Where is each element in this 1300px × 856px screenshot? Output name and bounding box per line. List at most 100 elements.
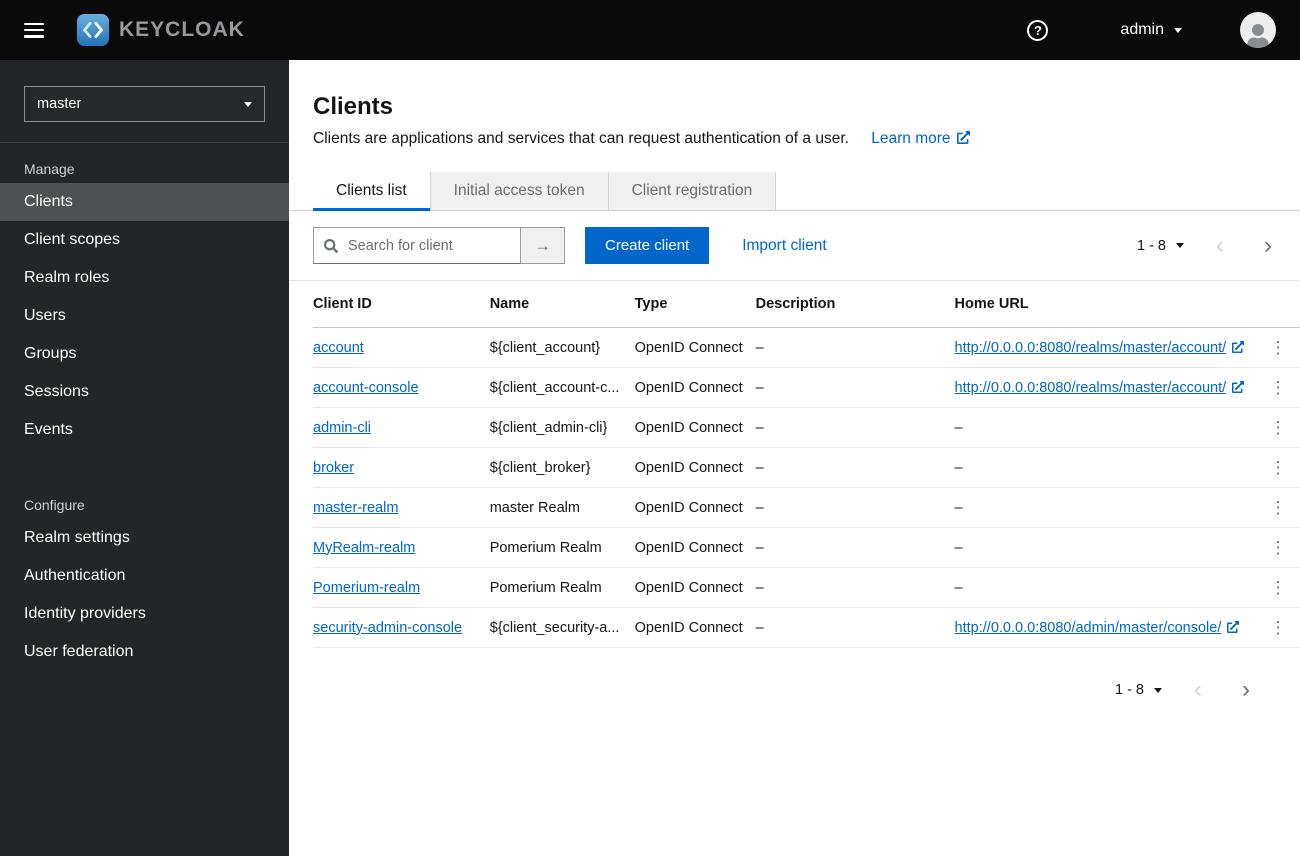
page-description: Clients are applications and services th…	[313, 130, 849, 147]
home-url-link[interactable]: http://0.0.0.0:8080/realms/master/accoun…	[955, 380, 1245, 396]
pagination-prev-button[interactable]: ‹	[1190, 678, 1206, 702]
kebab-menu-button[interactable]: ⋮	[1262, 417, 1295, 438]
avatar[interactable]	[1240, 12, 1276, 48]
help-icon[interactable]: ?	[1027, 19, 1049, 41]
kebab-menu-button[interactable]: ⋮	[1262, 337, 1295, 358]
pagination-prev-button[interactable]: ‹	[1212, 231, 1228, 259]
pagination-next-button[interactable]: ›	[1238, 678, 1254, 702]
realm-selector-dropdown[interactable]: master	[24, 86, 265, 122]
nav-group-configure-label: Configure	[24, 497, 85, 513]
client-name: ${client_account}	[489, 327, 635, 368]
masthead-actions: ? admin	[1027, 12, 1276, 48]
main-content: Clients Clients are applications and ser…	[289, 60, 1300, 856]
kebab-menu-button[interactable]: ⋮	[1262, 497, 1295, 518]
col-type: Type	[634, 281, 756, 328]
learn-more-link[interactable]: Learn more	[871, 130, 970, 147]
nav-toggle-hamburger-icon[interactable]	[24, 22, 44, 38]
client-description: –	[755, 567, 955, 608]
kebab-icon: ⋮	[1269, 538, 1287, 557]
client-id-link[interactable]: account-console	[313, 380, 419, 396]
person-icon	[1247, 24, 1269, 48]
kebab-icon: ⋮	[1269, 458, 1287, 477]
chevron-left-icon: ‹	[1194, 676, 1202, 703]
client-id-link[interactable]: Pomerium-realm	[313, 580, 420, 596]
table-header-row: Client ID Name Type Description Home URL	[313, 281, 1300, 328]
keycloak-logo[interactable]: KEYCLOAK	[76, 13, 245, 47]
client-id-link[interactable]: broker	[313, 460, 354, 476]
kebab-menu-button[interactable]: ⋮	[1262, 617, 1295, 638]
sidebar-item-client-scopes[interactable]: Client scopes	[0, 221, 289, 259]
client-description: –	[755, 487, 955, 528]
create-client-button[interactable]: Create client	[585, 227, 710, 264]
sidebar-item-sessions[interactable]: Sessions	[0, 373, 289, 411]
sidebar-item-identity-providers[interactable]: Identity providers	[0, 595, 289, 633]
client-id-link[interactable]: admin-cli	[313, 420, 371, 436]
sidebar-item-realm-roles[interactable]: Realm roles	[0, 259, 289, 297]
client-type: OpenID Connect	[634, 527, 756, 568]
sidebar-item-realm-settings[interactable]: Realm settings	[0, 519, 289, 557]
nav-group-manage-label: Manage	[24, 161, 75, 177]
tab-clients-list[interactable]: Clients list	[313, 172, 431, 211]
sidebar-item-clients[interactable]: Clients	[0, 183, 289, 221]
pagination-range-dropdown[interactable]: 1 - 8	[1115, 682, 1162, 698]
kebab-icon: ⋮	[1269, 378, 1287, 397]
sidebar-item-users[interactable]: Users	[0, 297, 289, 335]
user-menu-dropdown[interactable]: admin	[1120, 21, 1182, 39]
sidebar-item-events[interactable]: Events	[0, 411, 289, 449]
tab-client-registration[interactable]: Client registration	[608, 172, 777, 210]
help-glyph: ?	[1033, 22, 1042, 38]
home-url-link[interactable]: http://0.0.0.0:8080/realms/master/accoun…	[955, 340, 1245, 356]
sidebar-item-authentication[interactable]: Authentication	[0, 557, 289, 595]
home-url-empty: –	[954, 567, 1257, 608]
keycloak-logo-icon	[76, 13, 110, 47]
kebab-menu-button[interactable]: ⋮	[1262, 377, 1295, 398]
external-link-icon	[1227, 620, 1240, 633]
client-type: OpenID Connect	[634, 407, 756, 448]
arrow-right-icon: →	[534, 236, 551, 255]
search-input[interactable]	[346, 236, 510, 255]
learn-more-label: Learn more	[871, 130, 951, 147]
kebab-icon: ⋮	[1269, 618, 1287, 637]
client-id-link[interactable]: account	[313, 340, 364, 356]
chevron-down-icon	[1154, 687, 1162, 693]
current-realm-name: master	[37, 96, 82, 112]
client-name: ${client_security-a...	[489, 607, 635, 648]
sidebar-item-user-federation[interactable]: User federation	[0, 633, 289, 671]
client-name: ${client_broker}	[489, 447, 635, 488]
kebab-menu-button[interactable]: ⋮	[1262, 457, 1295, 478]
brand-name: KEYCLOAK	[119, 18, 245, 41]
tab-initial-access-token[interactable]: Initial access token	[430, 172, 609, 210]
table-row: security-admin-console ${client_security…	[313, 607, 1300, 648]
pagination-next-button[interactable]: ›	[1260, 231, 1276, 259]
search-submit-button[interactable]: →	[521, 227, 565, 264]
home-url-empty: –	[954, 527, 1257, 568]
pagination-range-dropdown[interactable]: 1 - 8	[1137, 238, 1184, 254]
clients-table: Client ID Name Type Description Home URL…	[313, 281, 1300, 648]
sidebar-item-groups[interactable]: Groups	[0, 335, 289, 373]
page-header: Clients Clients are applications and ser…	[289, 60, 1300, 148]
client-id-link[interactable]: master-realm	[313, 500, 398, 516]
client-id-link[interactable]: security-admin-console	[313, 620, 462, 636]
chevron-right-icon: ›	[1242, 676, 1250, 703]
col-description: Description	[755, 281, 955, 328]
import-client-link[interactable]: Import client	[742, 237, 826, 255]
toolbar: → Create client Import client 1 - 8 ‹ ›	[289, 211, 1300, 281]
kebab-icon: ⋮	[1269, 338, 1287, 357]
client-description: –	[755, 327, 955, 368]
col-name: Name	[489, 281, 635, 328]
home-url-link[interactable]: http://0.0.0.0:8080/admin/master/console…	[955, 620, 1240, 636]
client-name: Pomerium Realm	[489, 527, 635, 568]
chevron-right-icon: ›	[1264, 231, 1272, 259]
client-type: OpenID Connect	[634, 367, 756, 408]
chevron-left-icon: ‹	[1216, 231, 1224, 259]
search-icon	[324, 238, 338, 253]
table-row: MyRealm-realm Pomerium Realm OpenID Conn…	[313, 527, 1300, 568]
external-link-icon	[1232, 340, 1245, 353]
kebab-menu-button[interactable]: ⋮	[1262, 577, 1295, 598]
home-url-text: http://0.0.0.0:8080/admin/master/console…	[954, 619, 1222, 636]
home-url-text: http://0.0.0.0:8080/realms/master/accoun…	[954, 379, 1227, 396]
home-url-empty: –	[954, 407, 1257, 448]
kebab-menu-button[interactable]: ⋮	[1262, 537, 1295, 558]
client-id-link[interactable]: MyRealm-realm	[313, 540, 415, 556]
client-type: OpenID Connect	[634, 607, 756, 648]
